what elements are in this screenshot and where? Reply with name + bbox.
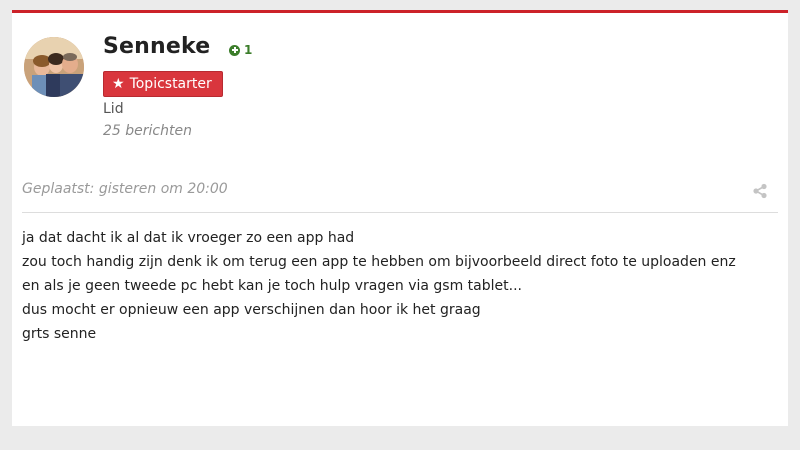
post-body: ja dat dacht ik al dat ik vroeger zo een… bbox=[22, 226, 782, 346]
author-role: Lid bbox=[103, 101, 124, 117]
post-line: en als je geen tweede pc hebt kan je toc… bbox=[22, 278, 522, 294]
author-name[interactable]: Senneke bbox=[103, 34, 210, 59]
badge-label: Topicstarter bbox=[129, 76, 212, 92]
reputation-score: 1 bbox=[229, 43, 252, 57]
author-post-count: 25 berichten bbox=[103, 123, 192, 139]
plus-circle-icon bbox=[229, 44, 240, 56]
avatar[interactable] bbox=[24, 37, 84, 97]
topicstarter-badge: ★ Topicstarter bbox=[103, 71, 223, 97]
forum-post: Senneke 1 ★ Topicstarter Lid 25 berichte… bbox=[12, 10, 788, 426]
reputation-value: 1 bbox=[244, 43, 253, 57]
post-line: dus mocht er opnieuw een app verschijnen… bbox=[22, 302, 481, 318]
post-timestamp: Geplaatst: gisteren om 20:00 bbox=[22, 181, 228, 197]
share-icon[interactable] bbox=[752, 183, 768, 199]
post-line: zou toch handig zijn denk ik om terug ee… bbox=[22, 254, 736, 270]
post-line: grts senne bbox=[22, 326, 97, 342]
star-icon: ★ bbox=[112, 76, 125, 92]
avatar-photo bbox=[24, 37, 84, 97]
post-line: ja dat dacht ik al dat ik vroeger zo een… bbox=[22, 230, 355, 246]
post-divider bbox=[22, 212, 778, 213]
